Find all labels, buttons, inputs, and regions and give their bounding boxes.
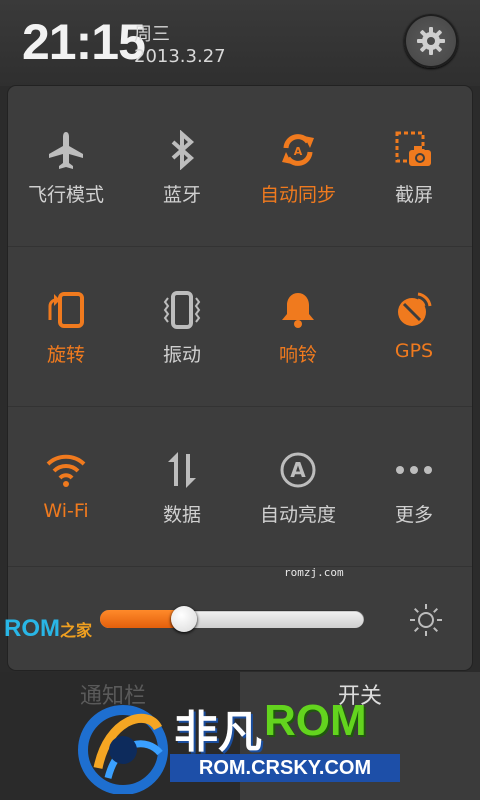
quick-settings-panel: 飞行模式 蓝牙 A 自动同步 截屏 旋转 振动 响铃 GPS Wi-Fi 数据 … <box>8 86 472 670</box>
rotate-icon <box>48 292 84 328</box>
toggle-label: 自动同步 <box>259 184 336 206</box>
toggle-airplane[interactable]: 飞行模式 <box>8 86 124 246</box>
screenshot-icon <box>395 131 431 166</box>
brand-watermark: 非凡 ROM ROM.CRSKY.COM <box>78 694 408 794</box>
brightness-slider[interactable] <box>100 606 364 632</box>
toggle-screenshot[interactable]: 截屏 <box>356 86 472 246</box>
clock-time: 21:15 <box>22 14 146 70</box>
wifi-icon <box>46 454 86 487</box>
settings-button[interactable] <box>404 14 458 68</box>
toggle-label: 振动 <box>162 344 201 366</box>
brand-text-rom: ROM <box>264 696 367 745</box>
toggle-vibrate[interactable]: 振动 <box>124 246 240 406</box>
svg-text:A: A <box>294 145 303 158</box>
sync-icon: A <box>282 134 314 166</box>
svg-text:A: A <box>290 458 306 482</box>
airplane-icon <box>49 132 83 169</box>
toggle-label: 数据 <box>162 504 201 526</box>
toggle-ringer[interactable]: 响铃 <box>240 246 356 406</box>
toggle-label: 截屏 <box>394 184 433 206</box>
toggle-row: 旋转 振动 响铃 GPS <box>8 246 472 407</box>
rom-logo-watermark: ROM之家 <box>4 615 92 643</box>
toggle-bluetooth[interactable]: 蓝牙 <box>124 86 240 246</box>
rom-logo-sub: 之家 <box>60 623 93 640</box>
watermark-text: romzj.com <box>284 566 344 579</box>
toggle-label: 飞行模式 <box>27 184 104 206</box>
brightness-slider-thumb[interactable] <box>171 606 197 632</box>
brand-text-feifan: 非凡 <box>174 708 262 757</box>
auto-brightness-icon: A <box>280 452 316 488</box>
toggle-auto-sync[interactable]: A 自动同步 <box>240 86 356 246</box>
toggle-label: 响铃 <box>278 344 317 366</box>
bell-icon <box>282 293 314 328</box>
rom-logo-text: ROM <box>4 615 60 642</box>
brightness-icon[interactable] <box>408 602 444 638</box>
toggle-label: GPS <box>394 340 434 362</box>
toggle-more[interactable]: 更多 <box>356 406 472 566</box>
date-label: 2013.3.27 <box>134 46 226 67</box>
gps-icon <box>398 292 432 326</box>
toggle-row: Wi-Fi 数据 A 自动亮度 更多 <box>8 406 472 567</box>
toggle-label: 蓝牙 <box>162 184 201 206</box>
weekday-label: 周三 <box>134 24 170 45</box>
toggle-label: 自动亮度 <box>259 504 336 526</box>
brand-swirl-logo <box>78 705 168 794</box>
status-bar: 21:15 周三 2013.3.27 <box>0 0 480 86</box>
brand-url: ROM.CRSKY.COM <box>170 754 400 782</box>
more-icon <box>396 466 432 474</box>
vibrate-icon <box>163 291 201 329</box>
toggle-wifi[interactable]: Wi-Fi <box>8 406 124 566</box>
toggle-label: 更多 <box>394 504 433 526</box>
toggle-row: 飞行模式 蓝牙 A 自动同步 截屏 <box>8 86 472 247</box>
toggle-gps[interactable]: GPS <box>356 246 472 406</box>
toggle-rotate[interactable]: 旋转 <box>8 246 124 406</box>
data-icon <box>168 452 196 488</box>
toggle-label: Wi-Fi <box>43 500 89 522</box>
toggle-mobile-data[interactable]: 数据 <box>124 406 240 566</box>
toggle-label: 旋转 <box>46 344 85 366</box>
toggle-auto-brightness[interactable]: A 自动亮度 <box>240 406 356 566</box>
gear-icon <box>417 27 445 55</box>
bluetooth-icon <box>171 130 195 170</box>
